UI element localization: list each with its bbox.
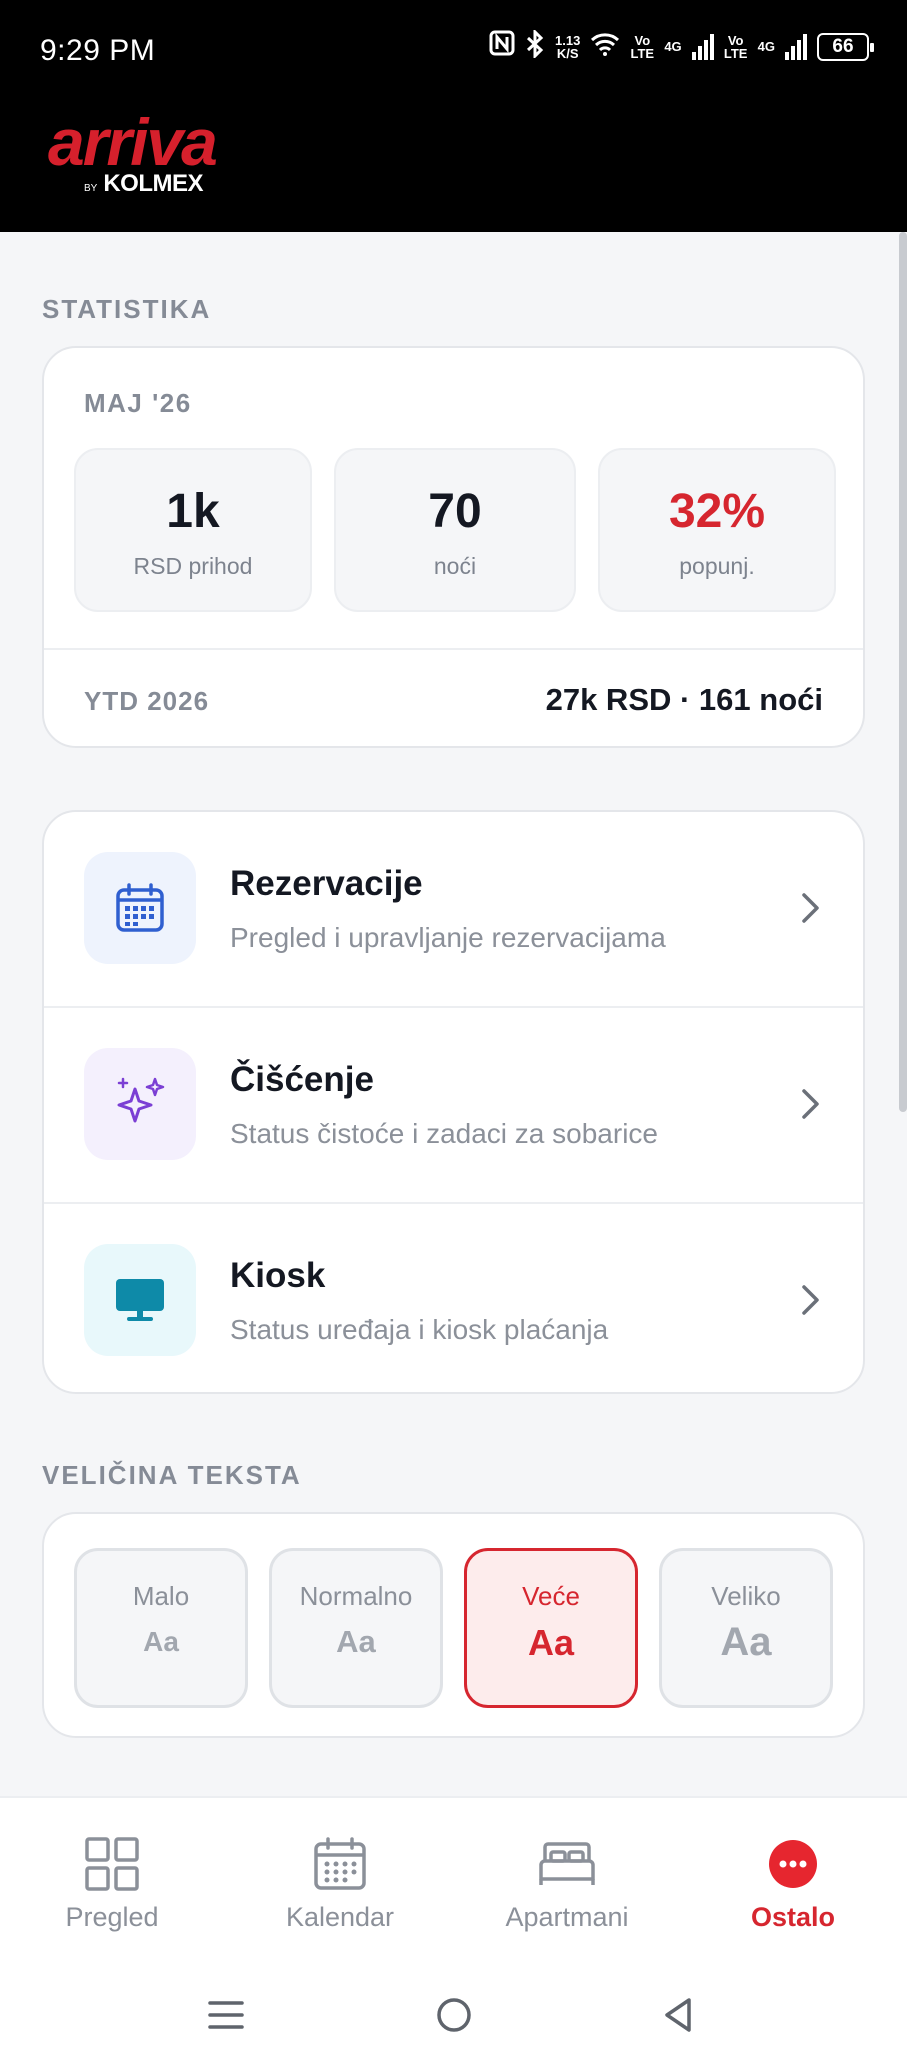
volte-label-2: Vo LTE xyxy=(723,32,748,61)
wifi-icon xyxy=(590,32,620,61)
nav-label: Apartmani xyxy=(505,1902,629,1932)
stat-revenue-label: RSD prihod xyxy=(133,553,253,579)
stat-nights: 70 noći xyxy=(334,448,576,612)
text-size-vece[interactable]: Veće Aa xyxy=(464,1548,638,1708)
stat-nights-value: 70 xyxy=(428,485,482,538)
stats-divider xyxy=(44,648,863,650)
chevron-right-icon xyxy=(799,1282,823,1323)
chevron-right-icon xyxy=(799,890,823,931)
bed-icon xyxy=(467,1834,667,1894)
nav-label: Pregled xyxy=(65,1902,159,1932)
network-type-1: 4G xyxy=(664,39,682,54)
stat-occupancy-label: popunj. xyxy=(679,553,755,579)
text-size-name: Normalno xyxy=(299,1581,413,1611)
menu-item-ciscenje[interactable]: Čišćenje Status čistoće i zadaci za soba… xyxy=(44,1008,863,1202)
arriva-logo: arriva BY KOLMEX xyxy=(48,105,218,198)
stats-section-label: STATISTIKA xyxy=(42,294,212,324)
logo-wordmark: arriva xyxy=(48,105,218,179)
menu-item-title: Rezervacije xyxy=(230,864,423,903)
text-size-sample: Aa xyxy=(336,1624,376,1659)
more-icon xyxy=(693,1834,893,1894)
menu-item-subtitle: Status čistoće i zadaci za sobarice xyxy=(230,1118,658,1149)
text-size-name: Veliko xyxy=(711,1581,781,1611)
nav-pregled[interactable]: Pregled xyxy=(12,1834,212,1933)
network-speed: 1.13 K/S xyxy=(555,32,581,61)
stat-revenue: 1k RSD prihod xyxy=(74,448,312,612)
system-menu-button[interactable] xyxy=(196,1990,256,2040)
menu-item-subtitle: Status uređaja i kiosk plaćanja xyxy=(230,1314,609,1345)
menu-item-title: Čišćenje xyxy=(230,1060,374,1099)
system-home-button[interactable] xyxy=(424,1990,484,2040)
nav-label: Kalendar xyxy=(285,1902,395,1932)
stats-card: MAJ '26 1k RSD prihod 70 noći 32% popunj… xyxy=(42,346,865,748)
menu-item-kiosk[interactable]: Kiosk Status uređaja i kiosk plaćanja xyxy=(44,1204,863,1398)
ytd-value: 27k RSD · 161 noći xyxy=(545,682,823,717)
stat-occupancy: 32% popunj. xyxy=(598,448,836,612)
nav-apartmani[interactable]: Apartmani xyxy=(467,1834,667,1933)
nav-label: Ostalo xyxy=(750,1902,836,1932)
text-size-card: Malo Aa Normalno Aa Veće Aa Veliko Aa xyxy=(42,1512,865,1738)
volte-label-1: Vo LTE xyxy=(630,32,655,61)
text-size-name: Malo xyxy=(132,1581,190,1611)
battery-icon: 66 xyxy=(817,32,874,61)
status-icons: 1.13 K/S Vo LTE 4G Vo LTE 4G 66 xyxy=(489,28,874,63)
text-size-sample: Aa xyxy=(720,1620,772,1664)
logo-by: BY xyxy=(84,183,98,194)
text-size-normalno[interactable]: Normalno Aa xyxy=(269,1548,443,1708)
bluetooth-icon xyxy=(525,28,545,63)
stat-nights-label: noći xyxy=(433,553,477,579)
calendar-icon xyxy=(84,852,196,964)
sparkles-icon xyxy=(84,1048,196,1160)
month-label: MAJ '26 xyxy=(84,388,192,418)
text-size-section-label: VELIČINA TEKSTA xyxy=(42,1460,302,1490)
menu-item-subtitle: Pregled i upravljanje rezervacijama xyxy=(230,922,666,953)
chevron-right-icon xyxy=(799,1086,823,1127)
menu-card: Rezervacije Pregled i upravljanje rezerv… xyxy=(42,810,865,1394)
app-header: 9:29 PM 1.13 K/S Vo LTE 4G Vo LTE 4G 66 … xyxy=(0,0,907,232)
stat-revenue-value: 1k xyxy=(166,485,220,538)
nav-kalendar[interactable]: Kalendar xyxy=(240,1834,440,1933)
menu-item-rezervacije[interactable]: Rezervacije Pregled i upravljanje rezerv… xyxy=(44,812,863,1006)
text-size-sample: Aa xyxy=(527,1622,575,1663)
nfc-icon xyxy=(489,30,515,63)
text-size-sample: Aa xyxy=(143,1626,179,1657)
stat-occupancy-value: 32% xyxy=(668,485,766,538)
network-type-2: 4G xyxy=(757,39,775,54)
scrollbar[interactable] xyxy=(899,232,907,1112)
system-back-button[interactable] xyxy=(648,1990,708,2040)
nav-ostalo[interactable]: Ostalo xyxy=(693,1834,893,1933)
signal-icon-2 xyxy=(785,33,807,60)
text-size-veliko[interactable]: Veliko Aa xyxy=(659,1548,833,1708)
bottom-nav: Pregled Kalendar Apartmani Ostalo xyxy=(0,1796,907,2048)
ytd-label: YTD 2026 xyxy=(84,686,210,716)
signal-icon-1 xyxy=(691,33,714,60)
text-size-malo[interactable]: Malo Aa xyxy=(74,1548,248,1708)
grid-icon xyxy=(12,1834,212,1894)
menu-item-title: Kiosk xyxy=(230,1256,326,1295)
text-size-name: Veće xyxy=(522,1581,580,1611)
status-time: 9:29 PM xyxy=(40,34,156,67)
calendar-icon xyxy=(240,1834,440,1894)
logo-partner: KOLMEX xyxy=(103,170,204,197)
monitor-icon xyxy=(84,1244,196,1356)
